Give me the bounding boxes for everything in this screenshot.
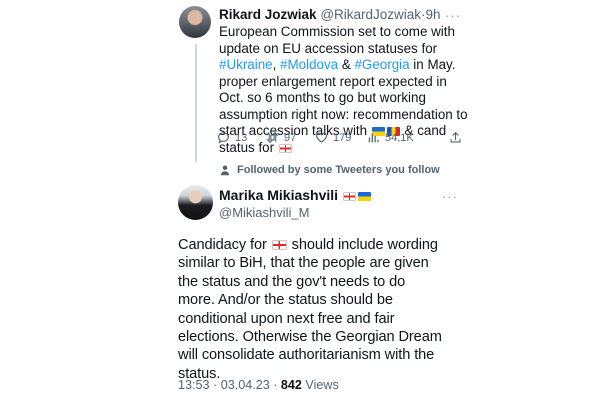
- hashtag-ukraine[interactable]: #Ukraine: [219, 57, 273, 72]
- main-tweet-timestamp[interactable]: 13:53 · 03.04.23 · 842 Views: [178, 378, 339, 392]
- retweet-icon: [266, 131, 279, 144]
- hashtag-georgia[interactable]: #Georgia: [354, 57, 409, 72]
- share-icon: [450, 131, 461, 143]
- reply-button[interactable]: 13: [217, 131, 247, 144]
- parent-tweet-actions: 13 97 179 54,1K: [217, 131, 462, 147]
- retweet-count: 97: [284, 131, 297, 144]
- parent-author-avatar[interactable]: [179, 6, 211, 38]
- main-text-segment: Candidacy for: [178, 237, 271, 253]
- views-count: 54,1K: [385, 131, 414, 144]
- views-button[interactable]: 54,1K: [367, 131, 414, 144]
- parent-tweet-header: Rikard Jozwiak @RikardJozwiak·9h: [219, 7, 441, 22]
- main-author-avatar[interactable]: [178, 185, 213, 220]
- parent-text-segment: ,: [272, 57, 281, 72]
- followed-by-label: Followed by some Tweeters you follow: [237, 164, 440, 176]
- parent-tweet-paragraph-1: European Commission set to come with upd…: [219, 24, 469, 74]
- georgia-flag-icon: [271, 240, 287, 250]
- thread-connector-line: [195, 44, 197, 162]
- parent-more-options-icon[interactable]: ···: [445, 8, 461, 23]
- views-chart-icon: [368, 133, 379, 143]
- tweet-views-count: 842: [280, 378, 302, 392]
- parent-author-name[interactable]: Rikard Jozwiak: [219, 7, 317, 22]
- share-button[interactable]: [449, 131, 462, 144]
- main-more-options-icon[interactable]: ···: [442, 189, 458, 204]
- tweet-views-label: Views: [301, 378, 339, 392]
- main-tweet-paragraph: Candidacy for should include wording sim…: [178, 236, 443, 383]
- main-text-segment: should include wording similar to BiH, t…: [178, 237, 442, 382]
- main-author-handle[interactable]: @Mikiashvili_M: [219, 205, 310, 220]
- hashtag-moldova[interactable]: #Moldova: [280, 57, 338, 72]
- followed-by-indicator[interactable]: Followed by some Tweeters you follow: [219, 164, 440, 176]
- parent-text-segment: European Commission set to come with upd…: [219, 24, 455, 56]
- georgia-flag-icon: [342, 192, 356, 201]
- ukraine-flag-icon: [357, 192, 371, 201]
- parent-text-segment: in May.: [409, 57, 456, 72]
- person-icon: [220, 165, 230, 176]
- tweet-date-time[interactable]: 13:53 · 03.04.23 ·: [178, 378, 281, 392]
- parent-text-segment: &: [338, 57, 355, 72]
- reply-icon: [218, 132, 229, 144]
- retweet-button[interactable]: 97: [266, 131, 296, 144]
- main-author-name-row: Marika Mikiashvili: [219, 187, 372, 203]
- like-count: 179: [333, 131, 352, 144]
- parent-author-handle[interactable]: @RikardJozwiak: [320, 7, 421, 22]
- like-button[interactable]: 179: [315, 131, 351, 144]
- main-author-name[interactable]: Marika Mikiashvili: [219, 187, 338, 203]
- parent-tweet-time[interactable]: 9h: [426, 7, 441, 22]
- heart-icon: [316, 132, 327, 143]
- main-tweet-text: Candidacy for should include wording sim…: [178, 236, 443, 383]
- reply-count: 13: [235, 131, 248, 144]
